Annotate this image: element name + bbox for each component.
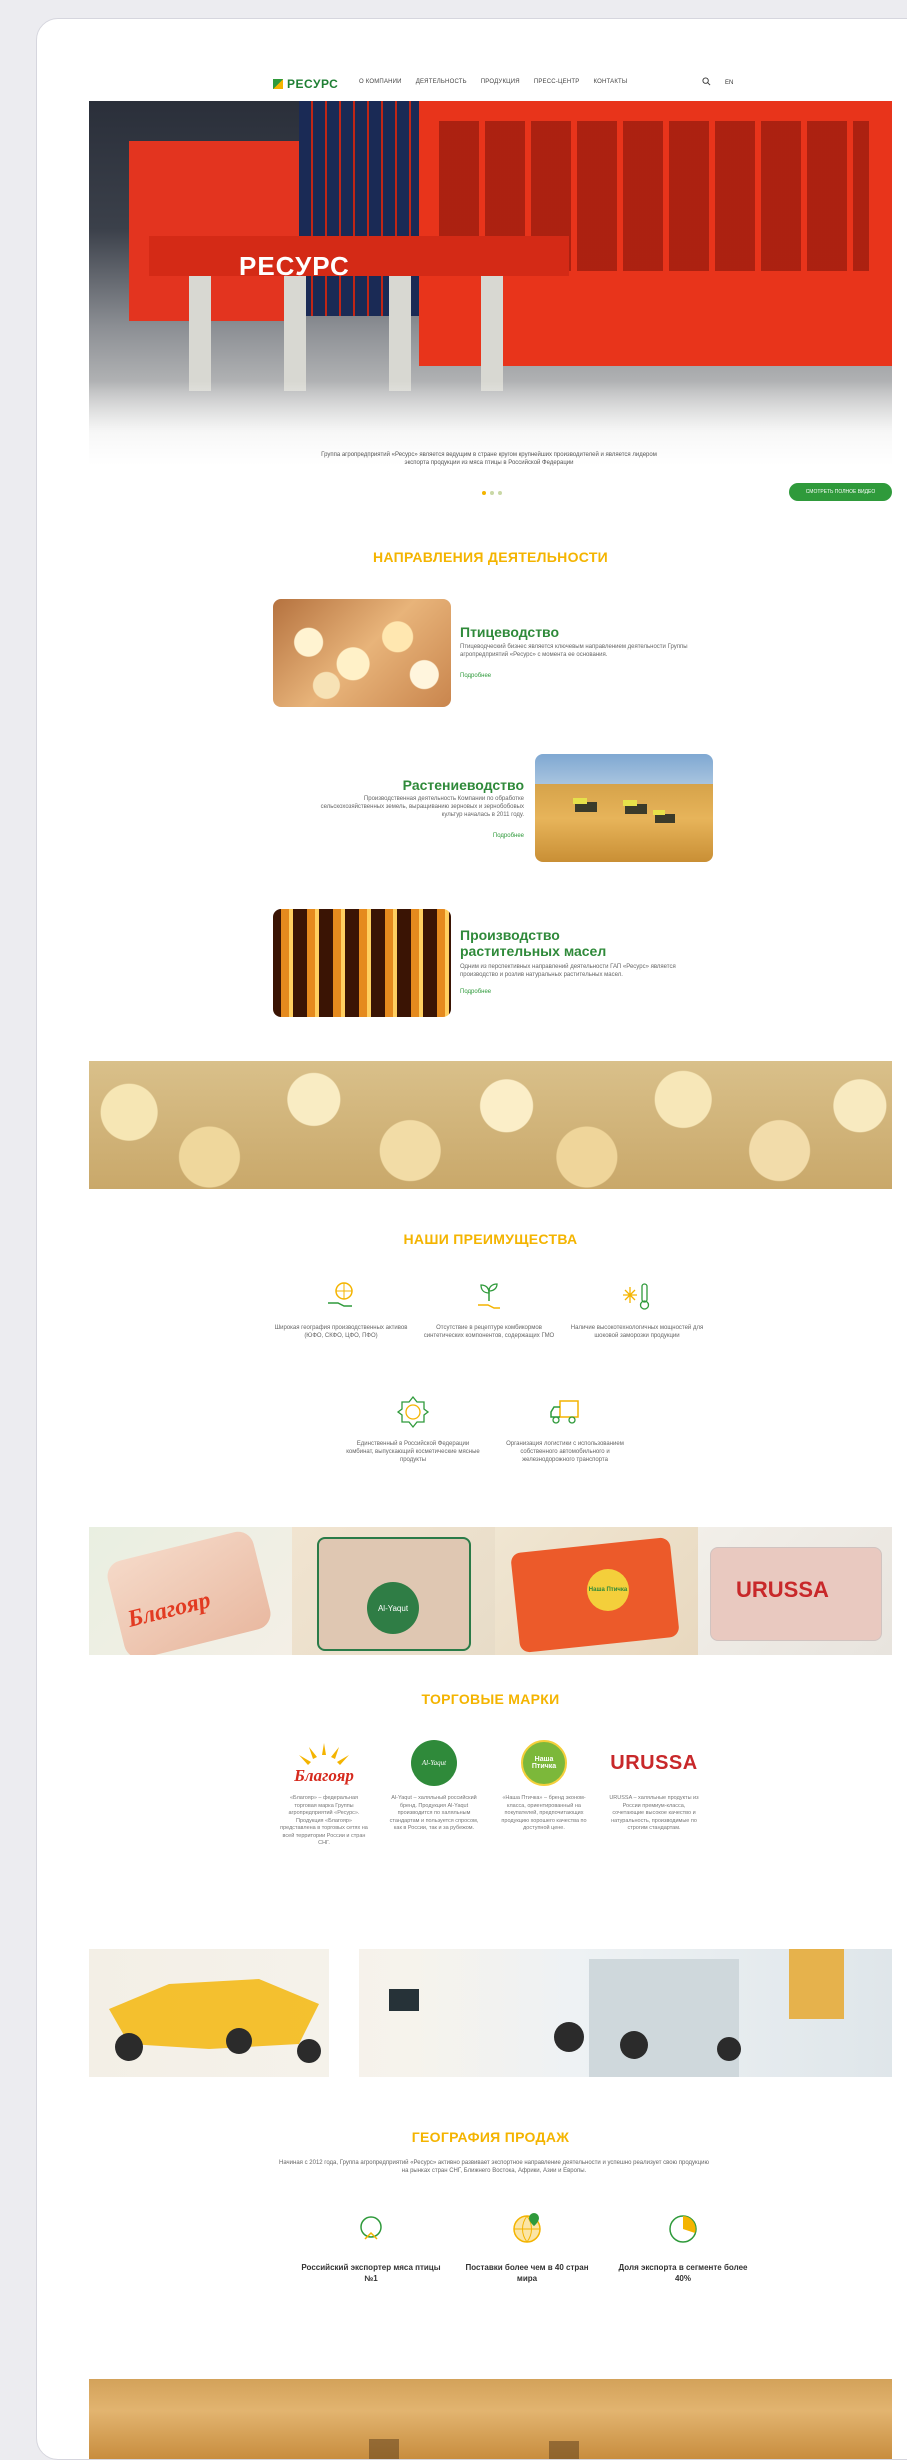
wheat-banner [89,2379,892,2459]
truck-icon [550,1400,579,1424]
nav-item-contacts[interactable]: Контакты [593,79,627,85]
page-card: РЕСУРС О компании Деятельность Продукция… [36,18,907,2460]
hero-image [129,141,299,321]
brand-item[interactable]: Al-Yaqut Al-Yaqut – халяльный российский… [389,1737,479,1833]
nasha-ptichka-logo: Наша Птичка [499,1737,589,1789]
products-strip: Благояр Al-Yaqut Наша Птичка URUSSA [89,1527,892,1655]
brand-item[interactable]: URUSSA URUSSA – халяльные продукты из Ро… [609,1737,699,1833]
crops-image[interactable] [535,754,713,862]
globe-pin-icon [513,2213,541,2243]
oil-desc: Одним из перспективных направлений деяте… [460,964,676,978]
snowflake-thermometer-icon [623,1283,650,1310]
poultry-more-link[interactable]: Подробнее [460,673,491,679]
poultry-image[interactable] [273,599,451,707]
al-yaqut-logo: Al-Yaqut [389,1737,479,1789]
poultry-desc: Птицеводческий бизнес является ключевым … [460,644,688,658]
geo-stat: Российский экспортер мяса птицы №1 [301,2209,441,2284]
product-image: Al-Yaqut [292,1527,495,1655]
geo-stat: Поставки более чем в 40 стран мира [457,2209,597,2284]
product-image: Наша Птичка [495,1527,698,1655]
svg-text:Благояр: Благояр [293,1766,354,1785]
combine-harvesters [573,798,675,823]
slider-dots [482,491,502,495]
product-label: Al-Yaqut [367,1582,419,1634]
urussa-logo: URUSSA [610,1751,698,1774]
nav-item-activity[interactable]: Деятельность [416,79,467,85]
product-image: URUSSA [698,1527,892,1655]
slider-dot[interactable] [498,491,502,495]
site-header: РЕСУРС О компании Деятельность Продукция… [89,19,892,101]
product-label: URUSSA [736,1577,829,1602]
page-content: РЕСУРС О компании Деятельность Продукция… [89,19,892,2459]
logo-text: РЕСУРС [287,77,339,91]
oil-more-link[interactable]: Подробнее [460,989,491,995]
exporter-icon [360,2216,382,2240]
oil-image[interactable] [273,909,451,1017]
advantage-item: Наличие высокотехнологичных мощностей дл… [567,1279,707,1340]
pie-share-icon [669,2215,697,2243]
brand-item[interactable]: Наша Птичка «Наша Птичка» – бренд эконом… [499,1737,589,1833]
exhibition-scene [109,1949,844,2077]
advantages-title: Наши преимущества [403,1231,578,1247]
watch-video-button[interactable]: Смотреть полное видео [789,483,892,501]
slider-dot[interactable] [490,491,494,495]
advantage-item: Широкая география производственных актив… [271,1279,411,1340]
exhibition-banner [89,1949,892,2077]
crops-more-link[interactable]: Подробнее [439,833,524,839]
hero-caption: Группа агропредприятий «Ресурс» является… [321,452,657,466]
search-icon[interactable] [702,77,711,86]
advantage-item: Организация логистики с использованием с… [495,1395,635,1464]
hero-slider: РЕСУРС [89,101,892,466]
brands-title: Торговые марки [421,1691,560,1707]
product-label: Наша Птичка [587,1569,629,1611]
oil-title[interactable]: Производство растительных масел [460,927,640,959]
geo-stat: Доля экспорта в сегменте более 40% [613,2209,753,2284]
blagoyar-logo: Благояр [279,1737,369,1789]
geography-text: Начиная с 2012 года, Группа агропредприя… [279,2160,709,2174]
nav-item-about[interactable]: О компании [359,79,402,85]
halal-badge-icon [396,1395,430,1429]
logo-mark-icon [273,79,283,89]
sprout-hand-icon [478,1283,500,1309]
product-image: Благояр [89,1527,292,1655]
slider-dot[interactable] [482,491,486,495]
brand-item[interactable]: Благояр «Благояр» – федеральная торговая… [279,1737,369,1848]
logo[interactable]: РЕСУРС [273,77,338,91]
chicks-banner [89,1061,892,1189]
poultry-title[interactable]: Птицеводство [460,624,559,640]
advantage-item: Единственный в Российской Федерации комб… [343,1395,483,1464]
geography-title: География продаж [411,2129,570,2145]
language-switch[interactable]: EN [725,80,733,86]
globe-hand-icon [328,1282,353,1307]
advantage-item: Отсутствие в рецептуре комбикормов синте… [419,1279,559,1340]
main-nav: О компании Деятельность Продукция Пресс-… [359,79,627,85]
directions-title: Направления деятельности [372,549,609,565]
nav-item-press[interactable]: Пресс-центр [534,79,580,85]
crops-title[interactable]: Растениеводство [319,777,524,793]
nav-item-products[interactable]: Продукция [481,79,520,85]
crops-desc: Производственная деятельность Компании п… [320,796,524,818]
